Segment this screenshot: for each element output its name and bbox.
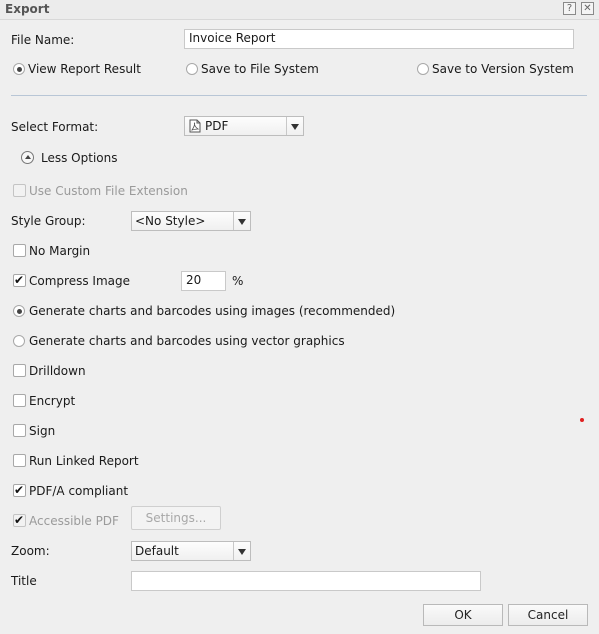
- zoom-select[interactable]: Default: [131, 541, 251, 561]
- checkbox-label: Compress Image: [29, 274, 130, 288]
- dialog-titlebar: Export ? ✕: [0, 0, 599, 20]
- title-input[interactable]: [131, 571, 481, 591]
- checkbox[interactable]: [13, 424, 26, 437]
- checkbox[interactable]: ✔: [13, 513, 26, 527]
- checkbox-label: Use Custom File Extension: [29, 184, 188, 198]
- checkbox-label: Encrypt: [29, 394, 76, 408]
- radio-button[interactable]: [13, 63, 25, 75]
- help-icon[interactable]: ?: [563, 2, 576, 15]
- zoom-value: Default: [135, 544, 179, 558]
- radio-label: Save to File System: [201, 62, 319, 76]
- radio-label: View Report Result: [28, 62, 141, 76]
- ok-button[interactable]: OK: [423, 604, 503, 626]
- percent-label: %: [232, 274, 244, 288]
- checkbox[interactable]: ✔: [13, 273, 26, 287]
- format-value: PDF: [205, 119, 229, 133]
- radio-button[interactable]: [13, 335, 25, 347]
- format-select[interactable]: PDF: [184, 116, 304, 136]
- settings-button[interactable]: Settings...: [131, 506, 221, 530]
- dialog-title: Export: [5, 2, 50, 16]
- zoom-label: Zoom:: [11, 544, 50, 558]
- checkbox[interactable]: [13, 244, 26, 257]
- select-format-label: Select Format:: [11, 120, 99, 134]
- file-name-input[interactable]: Invoice Report: [184, 29, 574, 49]
- checkbox-label: Sign: [29, 424, 56, 438]
- checkbox-label: No Margin: [29, 244, 91, 258]
- checkbox[interactable]: [13, 394, 26, 407]
- style-group-value: <No Style>: [135, 214, 206, 228]
- compress-image-input[interactable]: 20: [181, 271, 226, 291]
- separator: [11, 95, 587, 96]
- radio-label: Generate charts and barcodes using vecto…: [29, 334, 345, 348]
- checkbox[interactable]: [13, 364, 26, 377]
- close-icon[interactable]: ✕: [581, 2, 594, 15]
- less-options-label[interactable]: Less Options: [41, 151, 117, 165]
- radio-button[interactable]: [417, 63, 429, 75]
- checkbox[interactable]: [13, 454, 26, 467]
- cancel-button[interactable]: Cancel: [508, 604, 588, 626]
- chevron-down-icon[interactable]: [286, 117, 303, 135]
- radio-button[interactable]: [186, 63, 198, 75]
- style-group-select[interactable]: <No Style>: [131, 211, 251, 231]
- checkbox[interactable]: ✔: [13, 483, 26, 497]
- checkbox-label: Drilldown: [29, 364, 86, 378]
- collapse-up-icon[interactable]: [21, 151, 34, 164]
- chevron-down-icon[interactable]: [233, 542, 250, 560]
- red-dot-marker: [580, 418, 584, 422]
- checkbox-label: PDF/A compliant: [29, 484, 129, 498]
- checkbox-label: Run Linked Report: [29, 454, 139, 468]
- title-label: Title: [11, 574, 37, 588]
- checkmark-icon: ✔: [14, 513, 25, 527]
- style-group-label: Style Group:: [11, 214, 86, 228]
- file-name-label: File Name:: [11, 33, 75, 47]
- radio-label: Generate charts and barcodes using image…: [29, 304, 396, 318]
- checkmark-icon: ✔: [14, 273, 25, 287]
- radio-label: Save to Version System: [432, 62, 574, 76]
- checkbox[interactable]: [13, 184, 26, 197]
- pdf-icon: [189, 119, 201, 133]
- checkmark-icon: ✔: [14, 483, 25, 497]
- radio-button[interactable]: [13, 305, 25, 317]
- chevron-down-icon[interactable]: [233, 212, 250, 230]
- checkbox-label: Accessible PDF: [29, 514, 119, 528]
